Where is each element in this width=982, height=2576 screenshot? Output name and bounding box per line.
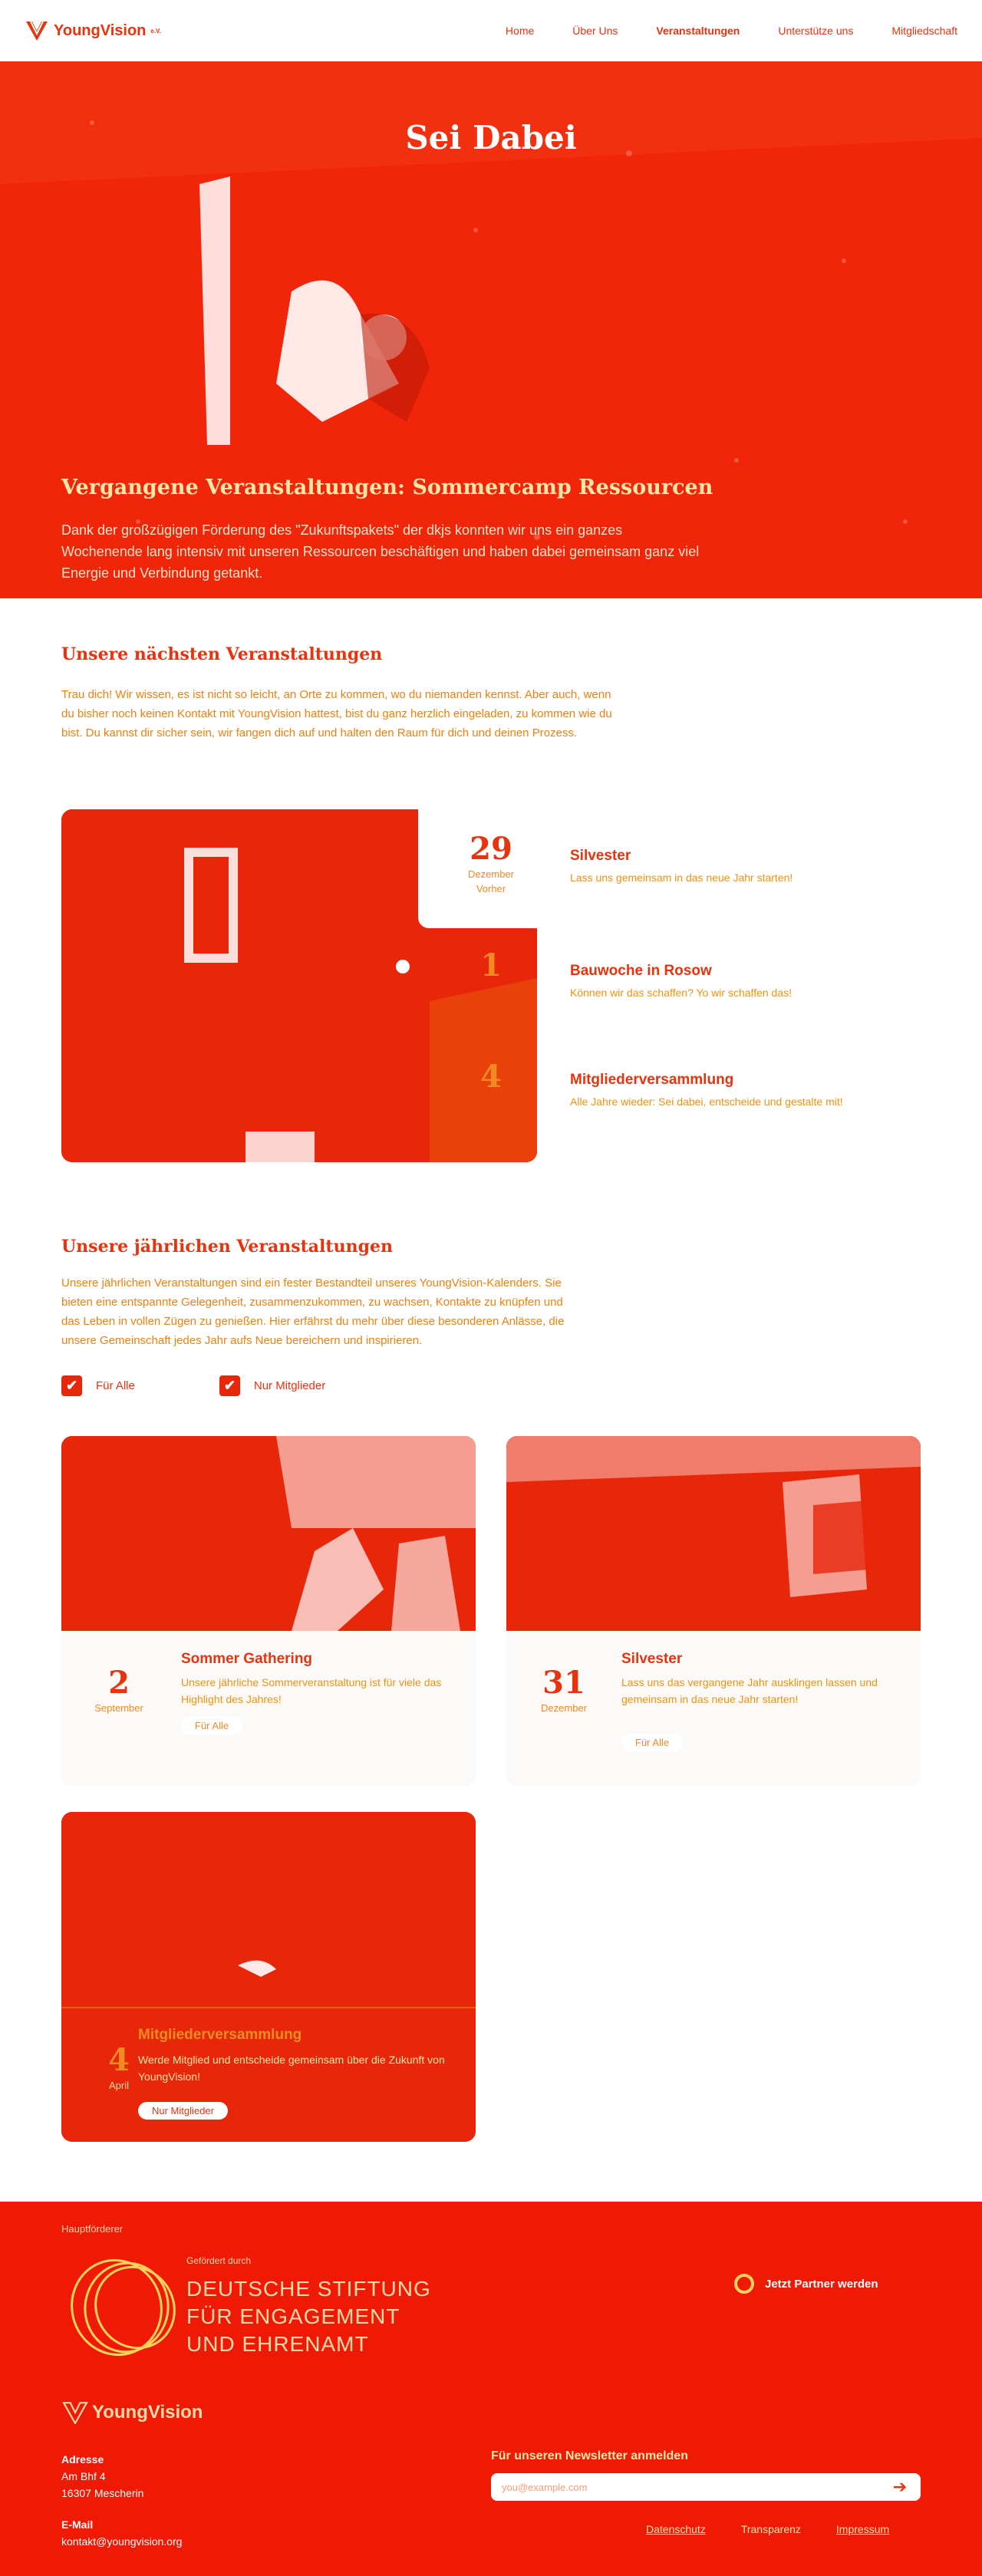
newsletter-email-input[interactable] xyxy=(491,2473,921,2501)
hero-title: Sei Dabei xyxy=(405,119,577,156)
sponsor-line: DEUTSCHE STIFTUNG xyxy=(186,2277,431,2301)
event-photo xyxy=(61,1436,476,1631)
yearly-events-title: Unsere jährlichen Veranstaltungen xyxy=(61,1237,393,1257)
event-day: 2 xyxy=(108,1665,130,1701)
site-logo[interactable]: YoungVision e.V. xyxy=(25,20,161,41)
event-date: 1 xyxy=(433,947,549,983)
hero-subtitle: Vergangene Veranstaltungen: Sommercamp R… xyxy=(61,476,713,499)
link-impressum[interactable]: Impressum xyxy=(836,2523,889,2535)
yearly-event-card[interactable]: 31 Dezember Silvester Lass uns das verga… xyxy=(506,1436,921,1786)
event-title[interactable]: Mitgliederversammlung xyxy=(138,2027,302,2044)
event-day: 29 xyxy=(470,831,512,867)
yearly-event-card[interactable]: 2 September Sommer Gathering Unsere jähr… xyxy=(61,1436,476,1786)
main-nav: Home Über Uns Veranstaltungen Unterstütz… xyxy=(506,25,957,37)
filter-label: Nur Mitglieder xyxy=(253,1379,326,1392)
logo-mark-icon xyxy=(62,2402,88,2424)
event-month: September xyxy=(94,1702,143,1714)
arrow-right-icon[interactable]: ➔ xyxy=(888,2477,911,2497)
ring-icon xyxy=(734,2274,754,2294)
footer-address: Adresse Am Bhf 4 16307 Mescherin xyxy=(61,2451,143,2502)
event-month: Dezember xyxy=(468,868,514,880)
footer-logo-text: YoungVision xyxy=(92,2402,203,2423)
nav-unterstuetze-uns[interactable]: Unterstütze uns xyxy=(778,25,853,37)
event-day: 31 xyxy=(542,1665,585,1701)
event-filters: ✔ Für Alle ✔ Nur Mitglieder xyxy=(61,1375,325,1396)
event-day: 1 xyxy=(480,947,502,983)
footer-email: E-Mail kontakt@youngvision.org xyxy=(61,2516,182,2550)
event-info: 2 September Sommer Gathering Unsere jähr… xyxy=(61,1631,476,1786)
hero-text: Dank der großzügigen Förderung des "Zuku… xyxy=(61,522,700,581)
event-photo xyxy=(506,1436,921,1631)
email-link[interactable]: kontakt@youngvision.org xyxy=(61,2533,182,2550)
next-events-text: Trau dich! Wir wissen, es ist nicht so l… xyxy=(61,688,612,740)
sponsor-line: FÜR ENGAGEMENT xyxy=(186,2304,400,2328)
event-desc: Alle Jahre wieder: Sei dabei, entscheide… xyxy=(570,1095,843,1108)
nav-ueber-uns[interactable]: Über Uns xyxy=(572,25,618,37)
filter-label: Für Alle xyxy=(96,1379,135,1392)
nav-mitgliedschaft[interactable]: Mitgliedschaft xyxy=(891,25,957,37)
yearly-events-text: Unsere jährlichen Veranstaltungen sind e… xyxy=(61,1276,565,1347)
event-title[interactable]: Sommer Gathering xyxy=(181,1651,312,1668)
sponsor-name[interactable]: DEUTSCHE STIFTUNG FÜR ENGAGEMENT UND EHR… xyxy=(186,2275,431,2358)
sponsor-label: Hauptförderer xyxy=(61,2223,124,2235)
audience-tag: Für Alle xyxy=(181,1717,243,1734)
event-extra: Vorher xyxy=(476,883,506,894)
event-date: 31 Dezember xyxy=(506,1665,621,1715)
audience-tag: Nur Mitglieder xyxy=(138,2102,228,2120)
footer-logo[interactable]: YoungVision xyxy=(61,2401,203,2424)
address-label: Adresse xyxy=(61,2453,104,2466)
link-datenschutz[interactable]: Datenschutz xyxy=(646,2523,706,2535)
checkbox-checked-icon[interactable]: ✔ xyxy=(219,1375,240,1396)
address-line: Am Bhf 4 xyxy=(61,2470,106,2482)
event-date: 29 Dezember Vorher xyxy=(433,831,549,896)
logo-mark-icon xyxy=(26,21,48,41)
address-line: 16307 Mescherin xyxy=(61,2487,144,2499)
sponsor-rings-icon xyxy=(71,2258,176,2357)
next-events-panel: 29 Dezember Vorher Silvester Lass uns ge… xyxy=(61,809,921,1162)
event-day: 4 xyxy=(480,1059,502,1095)
email-label: E-Mail xyxy=(61,2518,94,2531)
checkbox-checked-icon[interactable]: ✔ xyxy=(61,1375,82,1396)
event-desc: Lass uns gemeinsam in das neue Jahr star… xyxy=(570,871,793,884)
event-month: Dezember xyxy=(541,1702,587,1714)
nav-home[interactable]: Home xyxy=(506,25,534,37)
link-transparenz[interactable]: Transparenz xyxy=(741,2523,801,2535)
event-desc: Lass uns das vergangene Jahr ausklingen … xyxy=(621,1676,878,1705)
yearly-event-card-members[interactable]: 4 April Mitgliederversammlung Werde Mitg… xyxy=(61,1812,476,2142)
logo-text: YoungVision xyxy=(54,21,147,39)
footer-links: Datenschutz Transparenz Impressum xyxy=(646,2523,889,2535)
event-desc: Unsere jährliche Sommerveranstaltung ist… xyxy=(181,1676,442,1705)
logo-sup: e.V. xyxy=(150,27,161,35)
event-title[interactable]: Silvester xyxy=(570,848,631,865)
audience-tag: Für Alle xyxy=(621,1734,684,1751)
event-title[interactable]: Bauwoche in Rosow xyxy=(570,963,712,980)
event-date: 4 xyxy=(433,1059,549,1095)
event-date: 2 September xyxy=(61,1665,176,1715)
site-header: YoungVision e.V. Home Über Uns Veranstalt… xyxy=(0,0,982,61)
event-title[interactable]: Mitgliederversammlung xyxy=(570,1072,733,1089)
nav-veranstaltungen[interactable]: Veranstaltungen xyxy=(656,25,740,37)
filter-nur-mitglieder[interactable]: ✔ Nur Mitglieder xyxy=(219,1375,325,1396)
newsletter-label: Für unseren Newsletter anmelden xyxy=(491,2449,688,2462)
next-events-title: Unsere nächsten Veranstaltungen xyxy=(61,644,383,664)
sponsor-line: UND EHRENAMT xyxy=(186,2332,369,2356)
event-title[interactable]: Silvester xyxy=(621,1651,682,1668)
filter-fuer-alle[interactable]: ✔ Für Alle xyxy=(61,1375,135,1396)
hero-section: Sei Dabei Vergangene Veranstaltungen: So… xyxy=(0,61,982,598)
event-desc: Werde Mitglied und entscheide gemeinsam … xyxy=(138,2054,445,2083)
event-desc: Können wir das schaffen? Yo wir schaffen… xyxy=(570,987,793,999)
event-info: 31 Dezember Silvester Lass uns das verga… xyxy=(506,1631,921,1786)
sponsor-small-text: Gefördert durch xyxy=(186,2255,252,2266)
become-partner-label: Jetzt Partner werden xyxy=(765,2277,878,2291)
become-partner-button[interactable]: Jetzt Partner werden xyxy=(734,2274,878,2294)
